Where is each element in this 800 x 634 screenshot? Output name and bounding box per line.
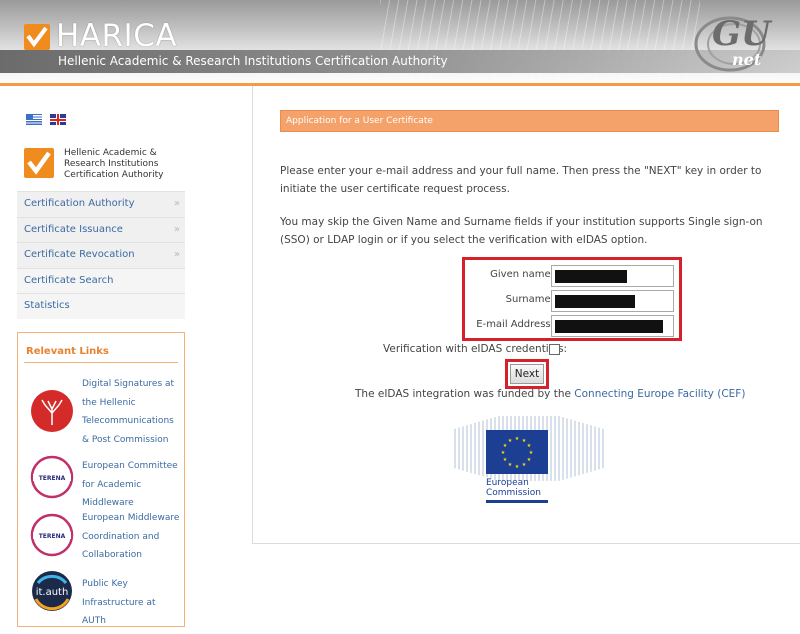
ec-caption: European Commission [486, 478, 541, 498]
surname-row: Surname: [465, 290, 679, 312]
ec-underline [486, 500, 548, 503]
sidebar-item-label: Certification Authority [24, 198, 135, 209]
redacted-value [555, 270, 627, 283]
harica-side-logo-icon [24, 148, 54, 178]
given-name-row: Given name: [465, 265, 679, 287]
ec-caption-line1: European [486, 478, 529, 488]
svg-text:TERENA: TERENA [39, 475, 66, 482]
redacted-value [555, 320, 663, 333]
link-label: European Committee for Academic Middlewa… [82, 461, 178, 508]
site-header: HARICA Hellenic Academic & Research Inst… [0, 0, 800, 86]
cef-prefix-text: The eIDAS integration was funded by the [355, 388, 571, 400]
chevron-right-icon: » [173, 249, 180, 260]
page-title: Application for a User Certificate [280, 110, 779, 132]
given-name-label: Given name: [490, 269, 554, 280]
relevant-links-title: Relevant Links [26, 346, 109, 357]
link-label: Digital Signatures at the Hellenic Telec… [82, 379, 175, 445]
harica-logo-icon[interactable] [24, 24, 50, 50]
skip-note-text: You may skip the Given Name and Surname … [280, 216, 763, 246]
sidebar-item-certification-authority[interactable]: Certification Authority » [17, 191, 185, 217]
sidebar-item-certificate-issuance[interactable]: Certificate Issuance » [17, 216, 185, 242]
relevant-links-panel: Relevant Links Digital Signatures at the… [17, 332, 185, 627]
svg-text:★: ★ [508, 462, 513, 468]
terena-logo-icon: TERENA [30, 513, 74, 557]
language-switcher [26, 114, 69, 133]
email-field[interactable] [551, 315, 674, 337]
brand-name[interactable]: HARICA [56, 18, 177, 54]
greek-flag-icon[interactable] [26, 114, 42, 125]
sidebar-org-name: Hellenic Academic & Research Institution… [64, 148, 164, 180]
svg-text:★: ★ [527, 443, 532, 449]
redacted-value [555, 295, 635, 308]
sidebar-menu: Certification Authority » Certificate Is… [17, 191, 185, 319]
relevant-link-european-middleware[interactable]: TERENA European Middleware Coordination … [30, 509, 180, 565]
terena-logo-icon: TERENA [30, 455, 74, 499]
surname-input[interactable] [551, 290, 674, 312]
itauth-logo-icon: it.auth [32, 571, 72, 611]
sidebar-item-label: Certificate Issuance [24, 223, 123, 235]
divider [24, 362, 178, 363]
european-commission-logo: ★ ★ ★ ★ ★ ★ ★ ★ ★ ★ ★ ★ European Commiss… [454, 406, 604, 506]
sidebar-item-certificate-search[interactable]: Certificate Search [17, 267, 185, 293]
uk-flag-icon[interactable] [50, 114, 67, 125]
brand-subtitle: Hellenic Academic & Research Institution… [58, 54, 448, 68]
email-label: E-mail Address: [476, 319, 554, 330]
svg-text:★: ★ [503, 457, 508, 463]
relevant-link-pki-auth[interactable]: it.auth Public Key Infrastructure at AUT… [30, 571, 180, 626]
svg-text:★: ★ [522, 462, 527, 468]
chevron-right-icon: » [173, 198, 180, 209]
link-label: European Middleware Coordination and Col… [82, 513, 180, 560]
link-label: Public Key Infrastructure at AUTh [82, 579, 156, 626]
svg-text:TERENA: TERENA [39, 533, 66, 540]
next-button[interactable]: Next [510, 364, 544, 384]
svg-text:★: ★ [501, 450, 506, 456]
ec-caption-line2: Commission [486, 488, 541, 498]
cef-link[interactable]: Connecting Europe Facility (CEF) [574, 388, 745, 400]
gunet-logo-main[interactable]: GU [712, 14, 771, 54]
eidas-label: Verification with eIDAS credentials: [383, 343, 568, 355]
main-content: Application for a User Certificate Pleas… [252, 86, 800, 544]
sidebar-item-label: Statistics [24, 300, 70, 311]
gunet-logo-sub: net [732, 50, 762, 69]
svg-text:★: ★ [527, 457, 532, 463]
intro-text: Please enter your e-mail address and you… [280, 165, 762, 195]
user-details-form: Given name: Surname: E-mail Address: [462, 257, 682, 341]
sidebar-item-statistics[interactable]: Statistics [17, 293, 185, 319]
svg-text:★: ★ [515, 436, 520, 442]
eu-flag-icon: ★ ★ ★ ★ ★ ★ ★ ★ ★ ★ ★ ★ [486, 430, 548, 474]
surname-label: Surname: [505, 294, 554, 305]
eidas-checkbox[interactable] [549, 344, 560, 355]
chevron-right-icon: » [173, 223, 180, 235]
cef-funding-note: The eIDAS integration was funded by the … [355, 388, 745, 400]
svg-text:★: ★ [508, 438, 513, 444]
svg-text:it.auth: it.auth [36, 587, 69, 598]
given-name-input[interactable] [551, 265, 674, 287]
relevant-link-committee-academic-middleware[interactable]: TERENA European Committee for Academic M… [30, 455, 180, 508]
relevant-link-hellenic-telecom[interactable]: Digital Signatures at the Hellenic Telec… [30, 375, 180, 447]
svg-text:★: ★ [515, 464, 520, 470]
svg-text:★: ★ [529, 450, 534, 456]
sidebar-item-certificate-revocation[interactable]: Certificate Revocation » [17, 242, 185, 268]
tree-seal-icon [31, 390, 73, 432]
sidebar-item-label: Certificate Search [24, 274, 114, 286]
next-button-highlight: Next [505, 359, 549, 389]
email-row: E-mail Address: [465, 315, 679, 337]
header-decoration [380, 0, 700, 86]
sidebar-item-label: Certificate Revocation [24, 249, 135, 260]
